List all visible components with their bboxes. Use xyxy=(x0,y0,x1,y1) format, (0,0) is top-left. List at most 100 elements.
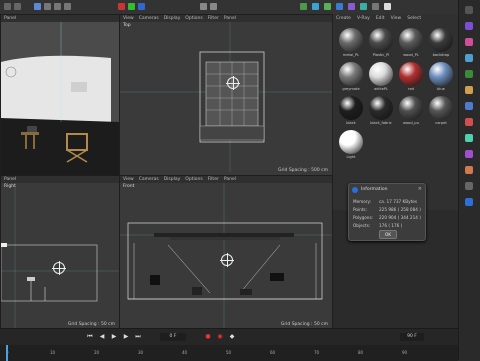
play-icon[interactable]: ▶ xyxy=(110,333,118,341)
timeline-tick-label: 20 xyxy=(94,350,100,355)
menu-options[interactable]: Options xyxy=(185,176,202,183)
go-to-end-icon[interactable]: ⏭ xyxy=(134,333,142,341)
current-frame-field[interactable]: 0 F xyxy=(160,333,186,341)
material-label: black_fabric xyxy=(370,121,392,125)
deformer-icon[interactable] xyxy=(348,3,355,10)
timeline-tick-label: 90 xyxy=(402,350,408,355)
axis-mode-icon[interactable] xyxy=(465,102,473,110)
menu-options[interactable]: Options xyxy=(185,15,202,22)
material-swatch[interactable] xyxy=(339,130,363,154)
menu-panel[interactable]: Panel xyxy=(4,176,16,183)
autokey-icon[interactable]: ◉ xyxy=(216,333,224,341)
step-forward-icon[interactable]: ▶ xyxy=(122,333,130,341)
close-icon[interactable]: × xyxy=(418,186,422,192)
perspective-scene xyxy=(1,22,119,175)
cloner-icon[interactable] xyxy=(336,3,343,10)
solo-icon[interactable] xyxy=(465,166,473,174)
y-axis-icon[interactable] xyxy=(128,3,135,10)
menu-cameras[interactable]: Cameras xyxy=(139,176,159,183)
material-swatch[interactable] xyxy=(339,96,363,120)
z-axis-icon[interactable] xyxy=(138,3,145,10)
material-swatch[interactable] xyxy=(369,62,393,86)
material-label: wood_PL xyxy=(403,53,419,57)
polygons-label: Polygons: xyxy=(353,215,374,220)
viewport-menu: View Cameras Display Options Filter Pane… xyxy=(120,15,332,22)
menu-panel[interactable]: Panel xyxy=(224,176,236,183)
render-icon[interactable] xyxy=(200,3,207,10)
menu-create[interactable]: Create xyxy=(336,14,351,24)
floor-icon[interactable] xyxy=(360,3,367,10)
light-icon[interactable] xyxy=(384,3,391,10)
menu-filter[interactable]: Filter xyxy=(208,176,219,183)
undo-icon[interactable] xyxy=(4,3,11,10)
lock-icon[interactable] xyxy=(465,182,473,190)
material-swatch[interactable] xyxy=(339,62,363,86)
scale-icon[interactable] xyxy=(54,3,61,10)
rotate-icon[interactable] xyxy=(64,3,71,10)
menu-view[interactable]: View xyxy=(123,15,134,22)
subdivision-icon[interactable] xyxy=(324,3,331,10)
ok-button[interactable]: OK xyxy=(379,230,397,239)
camera-target-icon xyxy=(226,76,240,90)
step-back-icon[interactable]: ◀ xyxy=(98,333,106,341)
edges-mode-icon[interactable] xyxy=(465,38,473,46)
menu-display[interactable]: Display xyxy=(164,15,181,22)
points-value: 225 986 ( 258 084 ) xyxy=(379,207,421,212)
polygons-value: 220 904 ( 344 214 ) xyxy=(379,215,421,220)
material-manager: Create V-Ray Edit View Select metal_PL Pl… xyxy=(332,14,459,210)
menu-panel[interactable]: Panel xyxy=(224,15,236,22)
material-label: backdrop xyxy=(432,53,450,57)
live-select-icon[interactable] xyxy=(34,3,41,10)
points-mode-icon[interactable] xyxy=(465,22,473,30)
objects-label: Objects: xyxy=(353,223,371,228)
layer-icon[interactable] xyxy=(465,198,473,206)
menu-filter[interactable]: Filter xyxy=(208,15,219,22)
menu-view[interactable]: View xyxy=(391,14,402,24)
sculpt-icon[interactable] xyxy=(465,150,473,158)
pen-icon[interactable] xyxy=(312,3,319,10)
material-label: red xyxy=(408,87,414,91)
material-swatch[interactable] xyxy=(399,62,423,86)
menu-select[interactable]: Select xyxy=(407,14,421,24)
record-icon[interactable]: ● xyxy=(204,333,212,341)
menu-panel[interactable]: Panel xyxy=(4,15,16,22)
timeline-ruler[interactable]: 0102030405060708090 xyxy=(0,345,458,361)
playhead[interactable] xyxy=(6,345,8,361)
material-swatch[interactable] xyxy=(429,28,453,52)
keyframe-icon[interactable]: ◆ xyxy=(228,333,236,341)
menu-vray[interactable]: V-Ray xyxy=(357,14,370,24)
move-icon[interactable] xyxy=(44,3,51,10)
menu-display[interactable]: Display xyxy=(164,176,181,183)
material-label: blue xyxy=(437,87,445,91)
material-label: wood_pu xyxy=(403,121,419,125)
menu-cameras[interactable]: Cameras xyxy=(139,15,159,22)
viewport-menu: View Cameras Display Options Filter Pane… xyxy=(120,176,332,183)
top-viewport[interactable]: View Cameras Display Options Filter Pane… xyxy=(119,14,333,176)
material-swatch[interactable] xyxy=(339,28,363,52)
menu-view[interactable]: View xyxy=(123,176,134,183)
right-viewport[interactable]: Panel Right Grid Spacing : 50 cm xyxy=(0,175,120,330)
right-tool-strip xyxy=(458,0,480,360)
render-view-icon[interactable] xyxy=(210,3,217,10)
perspective-viewport[interactable]: Panel xyxy=(0,14,120,176)
front-viewport[interactable]: View Cameras Display Options Filter Pane… xyxy=(119,175,333,330)
snap-icon[interactable] xyxy=(465,118,473,126)
material-swatch[interactable] xyxy=(429,96,453,120)
object-mode-icon[interactable] xyxy=(465,70,473,78)
material-swatch[interactable] xyxy=(429,62,453,86)
menu-edit[interactable]: Edit xyxy=(376,14,385,24)
texture-mode-icon[interactable] xyxy=(465,86,473,94)
mode-icon[interactable] xyxy=(465,6,473,14)
camera-icon[interactable] xyxy=(372,3,379,10)
material-swatch[interactable] xyxy=(399,28,423,52)
go-to-start-icon[interactable]: ⏮ xyxy=(86,333,94,341)
end-frame-field[interactable]: 90 F xyxy=(400,333,424,341)
material-swatch[interactable] xyxy=(369,28,393,52)
redo-icon[interactable] xyxy=(14,3,21,10)
material-swatch[interactable] xyxy=(369,96,393,120)
cube-icon[interactable] xyxy=(300,3,307,10)
material-swatch[interactable] xyxy=(399,96,423,120)
polygons-mode-icon[interactable] xyxy=(465,54,473,62)
x-axis-icon[interactable] xyxy=(118,3,125,10)
workplane-icon[interactable] xyxy=(465,134,473,142)
